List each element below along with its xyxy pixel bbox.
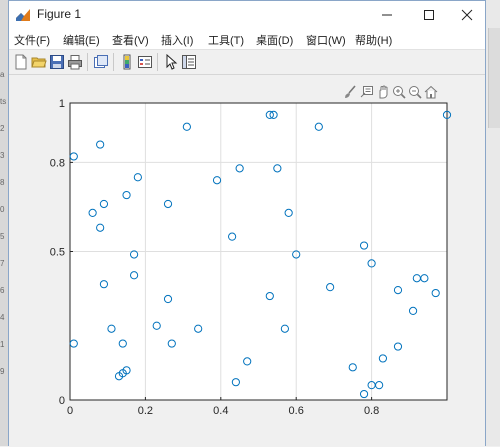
menu-view[interactable]: 查看(V)	[112, 32, 149, 48]
figure-window: Figure 1 文件(F) 编辑(E) 查看(V) 插入(I) 工具(T) 桌…	[8, 0, 486, 447]
link-plot-icon[interactable]	[93, 54, 109, 70]
zoom-out-icon[interactable]	[408, 85, 422, 99]
close-button[interactable]	[447, 1, 487, 29]
maximize-icon	[424, 10, 434, 20]
background-text-fragment: 7	[0, 259, 5, 268]
menu-window[interactable]: 窗口(W)	[306, 32, 346, 48]
title-bar: Figure 1	[9, 1, 485, 29]
menu-file[interactable]: 文件(F)	[14, 32, 50, 48]
menu-bar: 文件(F) 编辑(E) 查看(V) 插入(I) 工具(T) 桌面(D) 窗口(W…	[9, 29, 485, 50]
window-title: Figure 1	[37, 7, 82, 21]
pan-icon[interactable]	[376, 85, 390, 99]
new-figure-icon[interactable]	[13, 54, 29, 70]
background-text-fragment: 6	[0, 286, 5, 295]
background-text-fragment: 9	[0, 367, 5, 376]
toolbar-separator	[113, 53, 114, 71]
menu-edit[interactable]: 编辑(E)	[63, 32, 100, 48]
background-text-fragment: 3	[0, 151, 5, 160]
background-text-fragment: ts	[0, 97, 7, 106]
zoom-in-icon[interactable]	[392, 85, 406, 99]
maximize-button[interactable]	[409, 1, 449, 29]
background-text-fragment: 4	[0, 313, 5, 322]
data-tips-icon[interactable]	[360, 85, 374, 99]
background-text-fragment: 5	[0, 232, 5, 241]
menu-desktop[interactable]: 桌面(D)	[256, 32, 293, 48]
print-icon[interactable]	[67, 54, 83, 70]
minimize-button[interactable]	[367, 1, 407, 29]
insert-colorbar-icon[interactable]	[119, 54, 135, 70]
figure-toolbar	[9, 50, 485, 75]
brush-icon[interactable]	[343, 85, 357, 99]
background-window-fragment	[488, 28, 500, 128]
pointer-icon[interactable]	[163, 54, 179, 70]
toolbar-separator	[157, 53, 158, 71]
figure-canvas	[9, 75, 485, 447]
menu-tools[interactable]: 工具(T)	[208, 32, 244, 48]
background-window-edge: a ts 2 3 8 0 5 7 6 4 1 9	[0, 0, 8, 446]
menu-help[interactable]: 帮助(H)	[355, 32, 392, 48]
toolbar-separator	[87, 53, 88, 71]
background-text-fragment: a	[0, 70, 5, 79]
home-icon[interactable]	[424, 85, 438, 99]
background-text-fragment: 0	[0, 205, 5, 214]
close-icon	[461, 9, 473, 21]
background-text-fragment: 8	[0, 178, 5, 187]
insert-legend-icon[interactable]	[137, 54, 153, 70]
matlab-icon	[15, 7, 31, 23]
open-file-icon[interactable]	[31, 54, 47, 70]
background-text-fragment: 2	[0, 124, 5, 133]
background-text-fragment: 1	[0, 340, 5, 349]
menu-insert[interactable]: 插入(I)	[161, 32, 193, 48]
minimize-icon	[382, 14, 392, 16]
save-icon[interactable]	[49, 54, 65, 70]
property-editor-icon[interactable]	[181, 54, 197, 70]
